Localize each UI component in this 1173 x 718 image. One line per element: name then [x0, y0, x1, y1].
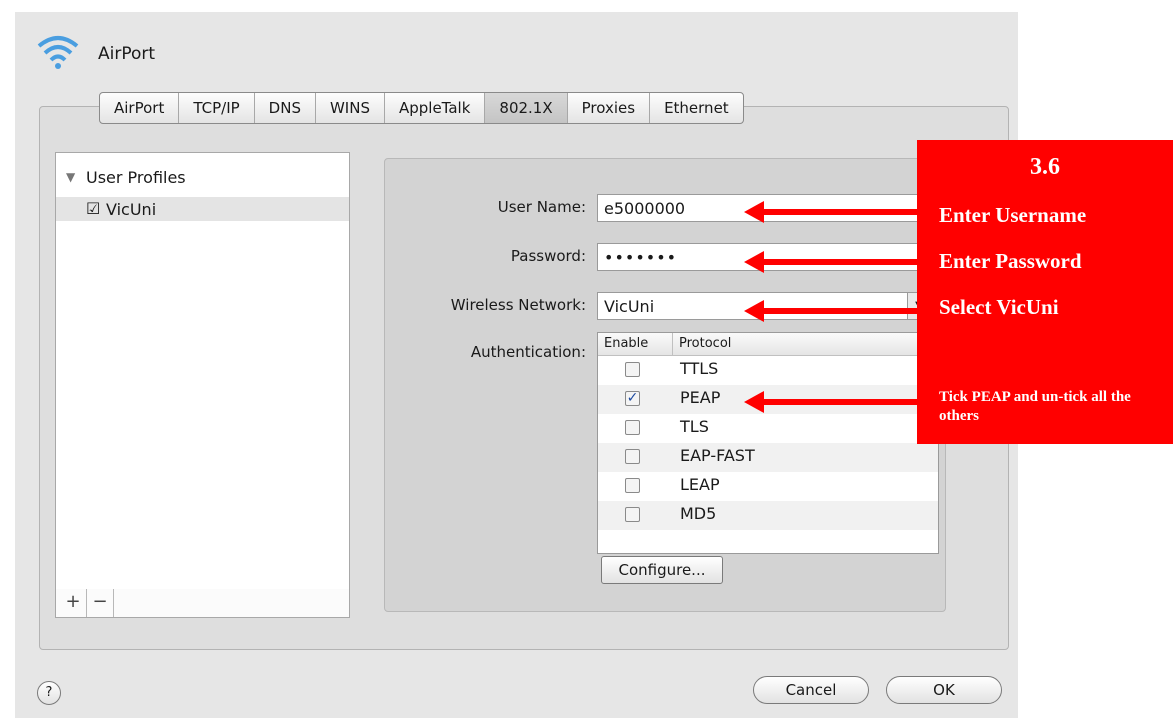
tab-bar: AirPort TCP/IP DNS WINS AppleTalk 802.1X… — [99, 92, 744, 124]
enable-column-header[interactable]: Enable — [604, 333, 648, 355]
wifi-icon — [37, 36, 79, 69]
checkbox-tls[interactable] — [625, 420, 640, 435]
tab-dns[interactable]: DNS — [255, 93, 316, 123]
checkbox-leap[interactable] — [625, 478, 640, 493]
cancel-button[interactable]: Cancel — [753, 676, 869, 704]
protocol-label: MD5 — [680, 504, 717, 523]
wireless-network-select[interactable]: VicUni ▼ — [597, 292, 937, 320]
profile-actions-bar: + − — [55, 589, 350, 618]
configure-button[interactable]: Configure... — [601, 556, 723, 584]
table-header: Enable Protocol — [598, 333, 938, 356]
arrow-to-network — [744, 300, 917, 322]
tab-ethernet[interactable]: Ethernet — [650, 93, 743, 123]
tab-wins[interactable]: WINS — [316, 93, 385, 123]
protocol-label: TLS — [680, 417, 709, 436]
instruction-network: Select VicUni — [939, 295, 1059, 319]
checkbox-ttls[interactable] — [625, 362, 640, 377]
wireless-network-value: VicUni — [604, 297, 655, 316]
username-input[interactable]: e5000000 — [597, 194, 937, 222]
instruction-peap: Tick PEAP and un-tick all the others — [939, 389, 1131, 424]
profile-item-label: VicUni — [106, 200, 157, 219]
disclosure-triangle-icon[interactable]: ▼ — [66, 170, 75, 184]
profiles-group-label: User Profiles — [86, 168, 186, 187]
wireless-network-label: Wireless Network: — [450, 296, 586, 314]
profile-list[interactable]: ▼ User Profiles ☑ VicUni — [55, 152, 350, 590]
instruction-username: Enter Username — [939, 203, 1087, 227]
tab-appletalk[interactable]: AppleTalk — [385, 93, 486, 123]
arrow-to-password — [744, 251, 917, 273]
authentication-table[interactable]: Enable Protocol TTLS ✓ PEAP TLS EAP-FAST… — [597, 332, 939, 554]
checkbox-eap-fast[interactable] — [625, 449, 640, 464]
protocol-row-tls[interactable]: TLS — [598, 414, 938, 443]
protocol-row-leap[interactable]: LEAP — [598, 472, 938, 501]
protocol-column-header[interactable]: Protocol — [672, 333, 731, 355]
authentication-label: Authentication: — [470, 343, 586, 361]
tab-8021x[interactable]: 802.1X — [485, 93, 568, 123]
tab-airport[interactable]: AirPort — [100, 93, 180, 123]
help-button[interactable]: ? — [37, 681, 61, 705]
remove-profile-button[interactable]: − — [87, 589, 114, 617]
protocol-label: PEAP — [680, 388, 721, 407]
instruction-callout: 3.6 Enter Username Enter Password Select… — [917, 140, 1173, 444]
window-title: AirPort — [98, 44, 156, 64]
protocol-row-eap-fast[interactable]: EAP-FAST — [598, 443, 938, 472]
protocol-label: LEAP — [680, 475, 720, 494]
protocol-row-md5[interactable]: MD5 — [598, 501, 938, 530]
username-label: User Name: — [497, 198, 586, 216]
check-icon[interactable]: ☑ — [86, 199, 100, 218]
arrow-to-username — [744, 201, 917, 223]
tab-proxies[interactable]: Proxies — [568, 93, 651, 123]
password-input[interactable]: ••••••• — [597, 243, 937, 271]
ok-button[interactable]: OK — [886, 676, 1002, 704]
password-label: Password: — [510, 247, 586, 265]
protocol-label: TTLS — [680, 359, 719, 378]
protocol-row-ttls[interactable]: TTLS — [598, 356, 938, 385]
instruction-password: Enter Password — [939, 249, 1082, 273]
add-profile-button[interactable]: + — [60, 589, 87, 617]
checkbox-peap[interactable]: ✓ — [625, 391, 640, 406]
checkbox-md5[interactable] — [625, 507, 640, 522]
step-number: 3.6 — [1030, 154, 1060, 180]
network-preferences-window: AirPort AirPort TCP/IP DNS WINS AppleTal… — [15, 12, 1018, 718]
arrow-to-peap — [744, 391, 917, 413]
protocol-label: EAP-FAST — [680, 446, 755, 465]
tab-tcpip[interactable]: TCP/IP — [179, 93, 255, 123]
